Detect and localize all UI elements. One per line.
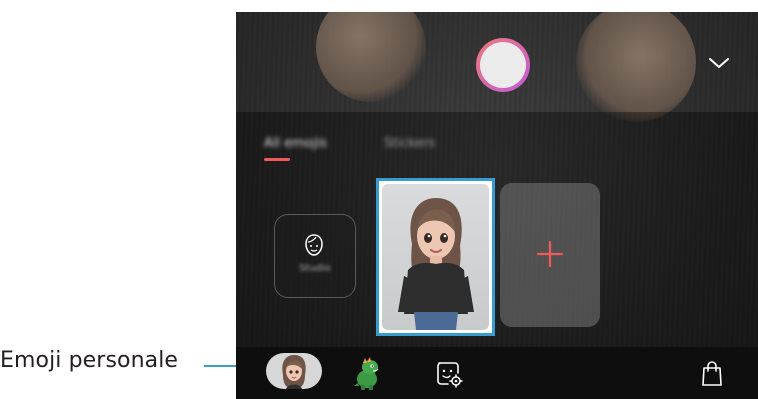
plus-icon: [536, 240, 564, 268]
tab-all-emojis[interactable]: All emojis: [264, 136, 327, 151]
add-emoji-card[interactable]: [500, 183, 600, 327]
studio-card[interactable]: Studio: [274, 214, 356, 298]
chevron-down-icon[interactable]: [706, 52, 732, 74]
tab-stickers[interactable]: Stickers: [384, 136, 435, 151]
dinosaur-icon[interactable]: [350, 355, 386, 391]
shutter-button[interactable]: [476, 38, 530, 92]
sticker-settings-icon[interactable]: [430, 355, 466, 391]
studio-label: Studio: [299, 263, 331, 274]
bottom-emoji-bar: [236, 347, 758, 399]
my-emoji-avatar: [398, 198, 474, 330]
emoji-personale-highlight: [376, 178, 495, 336]
active-tab-indicator: [264, 158, 290, 161]
my-emoji-button[interactable]: [266, 353, 322, 389]
my-emoji-avatar-icon: [282, 355, 306, 389]
face-outline-icon: [305, 234, 323, 256]
my-emoji-card[interactable]: [382, 184, 489, 330]
callout-label: Emoji personale: [0, 348, 179, 373]
shopping-bag-icon[interactable]: [694, 355, 730, 391]
ar-emoji-camera-screen: All emojis Stickers Studio: [236, 12, 758, 399]
